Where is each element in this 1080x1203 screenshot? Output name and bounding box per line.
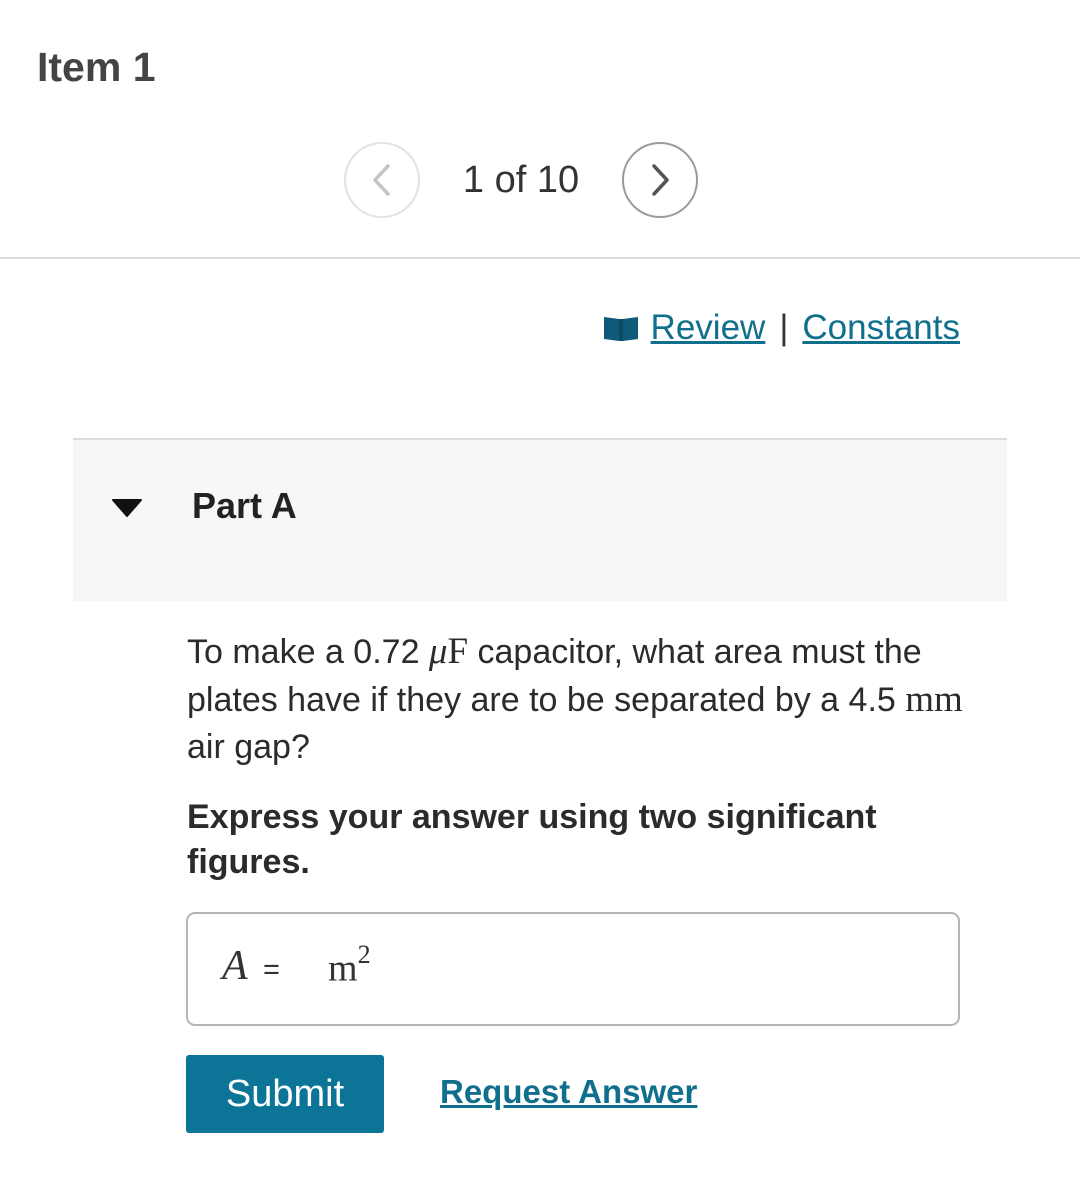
- question-text-part-1: To make a 0.72: [187, 633, 429, 671]
- item-pager: 1 of 10: [344, 142, 700, 218]
- answer-equals-sign: =: [263, 954, 280, 986]
- answer-unit-base: m: [328, 947, 358, 990]
- answer-unit: m2: [328, 940, 371, 991]
- answer-input[interactable]: [296, 934, 326, 1004]
- link-separator: |: [779, 308, 789, 347]
- previous-item-button[interactable]: [344, 142, 420, 218]
- part-a-header[interactable]: Part A: [73, 438, 1007, 601]
- question-text-part-3: air gap?: [187, 728, 310, 766]
- answer-variable: A: [222, 943, 248, 989]
- unit-millimeter: mm: [905, 679, 963, 720]
- answer-instruction: Express your answer using two significan…: [187, 798, 877, 881]
- answer-box: A = m2: [186, 912, 960, 1026]
- request-answer-link[interactable]: Request Answer: [440, 1073, 697, 1111]
- chevron-right-icon: [652, 164, 669, 196]
- chevron-left-icon: [373, 164, 390, 196]
- caret-down-icon[interactable]: [111, 498, 143, 518]
- page: Item 1 1 of 10 Review | Constants Part A…: [0, 0, 1080, 1203]
- submit-button[interactable]: Submit: [186, 1055, 384, 1133]
- question-text: To make a 0.72 μF capacitor, what area m…: [187, 628, 1007, 771]
- constants-link[interactable]: Constants: [802, 308, 960, 348]
- book-icon: [603, 314, 639, 342]
- resource-links: Review | Constants: [603, 308, 960, 348]
- item-title: Item 1: [37, 44, 156, 90]
- part-title: Part A: [192, 485, 297, 526]
- next-item-button[interactable]: [622, 142, 698, 218]
- unit-micro-symbol: μ: [428, 631, 448, 672]
- header-divider: [0, 257, 1080, 259]
- answer-unit-exponent: 2: [357, 940, 371, 969]
- item-position: 1 of 10: [462, 158, 580, 201]
- review-link[interactable]: Review: [651, 308, 766, 348]
- unit-farad: F: [447, 631, 469, 672]
